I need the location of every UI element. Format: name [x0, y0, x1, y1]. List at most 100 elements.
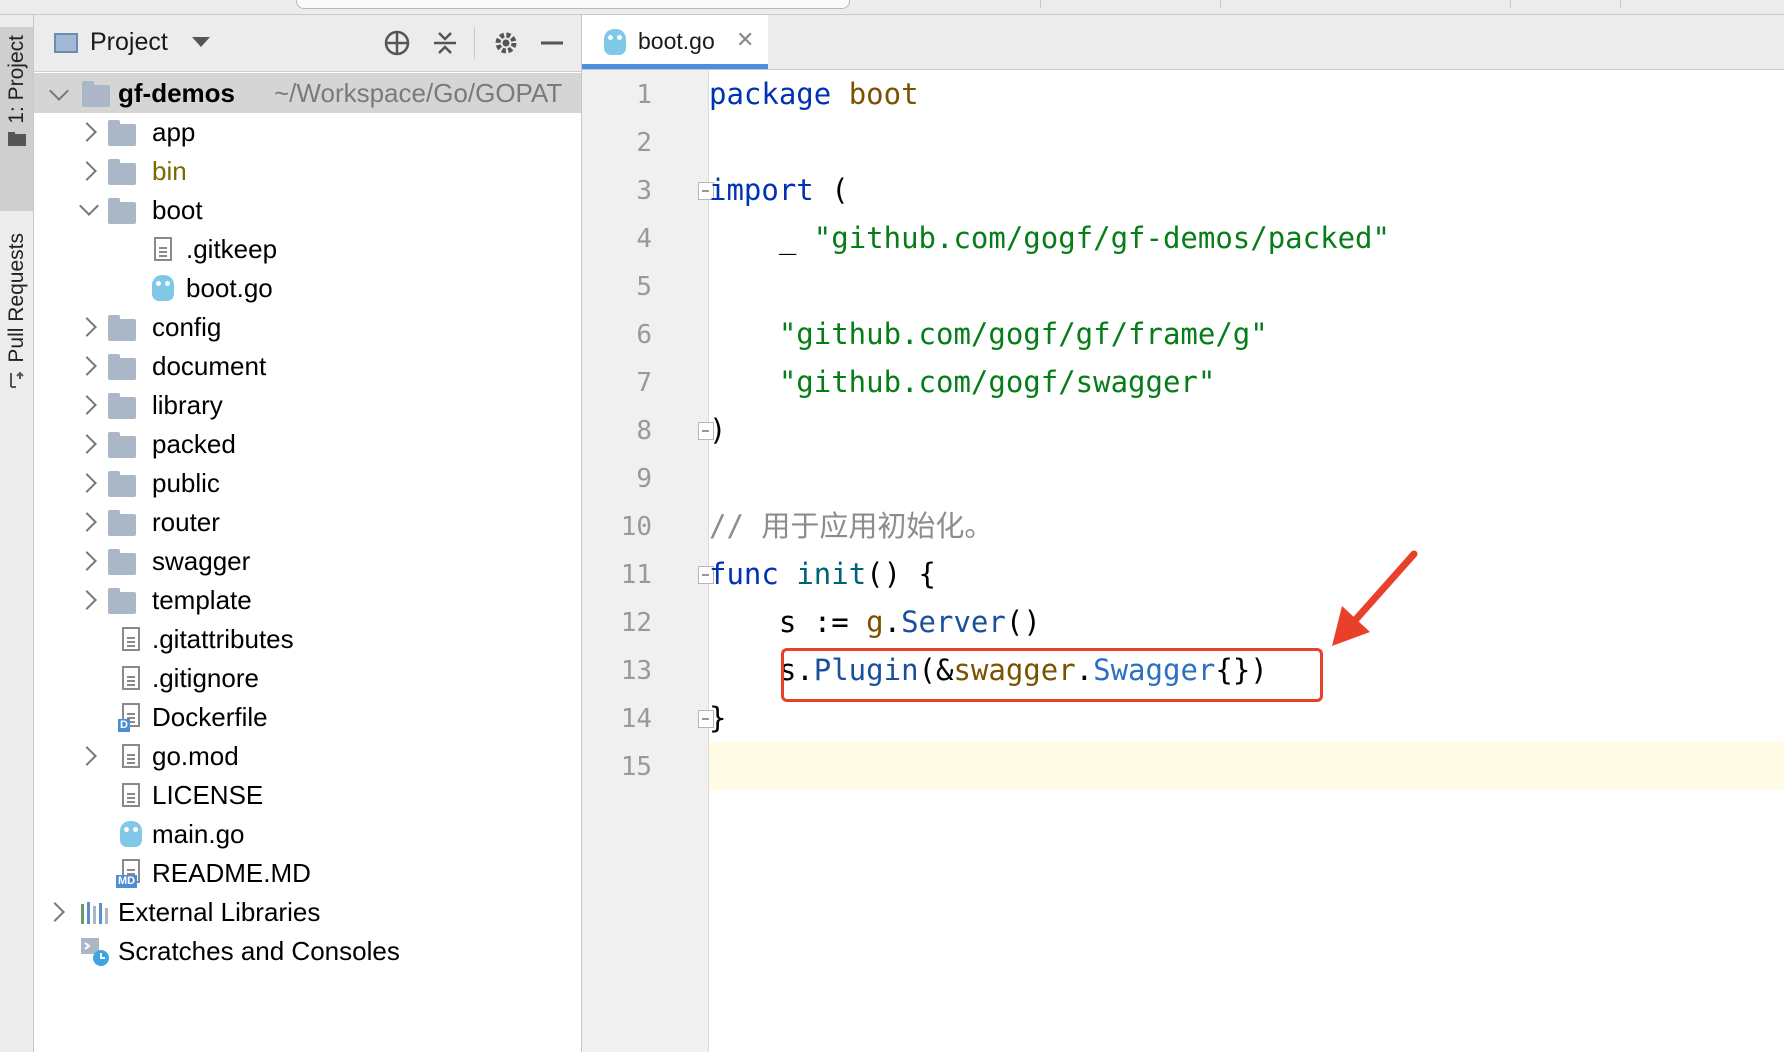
- tree-item-boot[interactable]: boot: [34, 190, 581, 230]
- tree-item-label: packed: [152, 428, 236, 459]
- libraries-icon: [81, 902, 108, 924]
- chevron-right-icon[interactable]: [77, 122, 97, 142]
- project-panel-title[interactable]: Project: [90, 28, 168, 57]
- tree-item-label: Scratches and Consoles: [118, 935, 400, 966]
- tree-item-dockerfile[interactable]: D Dockerfile: [34, 697, 581, 737]
- tree-item-template[interactable]: template: [34, 580, 581, 620]
- tree-item-scratches[interactable]: Scratches and Consoles: [34, 931, 581, 971]
- tree-item-main-go[interactable]: main.go: [34, 814, 581, 854]
- tree-item-config[interactable]: config: [34, 307, 581, 347]
- go-file-icon: [152, 275, 174, 301]
- line-number: 2: [636, 128, 652, 158]
- chevron-right-icon[interactable]: [77, 590, 97, 610]
- toolbar-search-box[interactable]: [296, 0, 850, 9]
- code-line-7: "github.com/gogf/swagger": [709, 358, 1784, 406]
- line-number: 1: [636, 80, 652, 110]
- tree-item-label: main.go: [152, 818, 245, 849]
- code-editor[interactable]: package boot import ( _ "github.com/gogf…: [709, 70, 1784, 1052]
- tree-item-gitignore[interactable]: .gitignore: [34, 658, 581, 698]
- tree-item-bin[interactable]: bin: [34, 151, 581, 191]
- chevron-down-icon[interactable]: [49, 81, 69, 101]
- chevron-right-icon[interactable]: [77, 512, 97, 532]
- tree-item-license[interactable]: LICENSE: [34, 775, 581, 815]
- tree-item-label: swagger: [152, 545, 251, 576]
- code-var: s :=: [778, 605, 867, 639]
- close-icon[interactable]: ✕: [736, 27, 754, 53]
- code-line-8: ): [709, 406, 1784, 454]
- tree-item-label: boot: [152, 194, 203, 225]
- tree-item-label: External Libraries: [118, 896, 321, 927]
- chevron-right-icon[interactable]: [77, 434, 97, 454]
- keyword: package: [709, 77, 832, 111]
- chevron-down-icon[interactable]: [192, 37, 210, 47]
- file-icon: [122, 627, 140, 651]
- line-number: 7: [636, 368, 652, 398]
- brace: }: [709, 701, 727, 735]
- tree-item-label: .gitkeep: [186, 233, 278, 264]
- tree-item-label: document: [152, 350, 267, 381]
- folder-icon: [108, 432, 136, 458]
- toolbar-divider: [1620, 0, 1621, 8]
- tree-item-swagger[interactable]: swagger: [34, 541, 581, 581]
- blank-identifier: _: [778, 221, 797, 255]
- chevron-right-icon[interactable]: [77, 395, 97, 415]
- chevron-right-icon[interactable]: [77, 746, 97, 766]
- minimize-icon[interactable]: [534, 25, 570, 61]
- tree-item-public[interactable]: public: [34, 463, 581, 503]
- tree-item-boot-go[interactable]: boot.go: [34, 268, 581, 308]
- markdown-badge: MD: [116, 875, 138, 888]
- code-line-11: func init() {: [709, 550, 1784, 598]
- code-line-1: package boot: [709, 70, 1784, 118]
- tree-item-gitkeep[interactable]: .gitkeep: [34, 229, 581, 269]
- chevron-right-icon[interactable]: [77, 473, 97, 493]
- go-file-icon: [604, 29, 626, 55]
- comment: // 用于应用初始化。: [709, 509, 994, 543]
- tree-item-packed[interactable]: packed: [34, 424, 581, 464]
- tree-item-go-mod[interactable]: go.mod: [34, 736, 581, 776]
- tree-item-label: public: [152, 467, 220, 498]
- code-line-6: "github.com/gogf/gf/frame/g": [709, 310, 1784, 358]
- folder-icon: [108, 120, 136, 146]
- chevron-right-icon[interactable]: [45, 902, 65, 922]
- root-path: ~/Workspace/Go/GOPAT: [274, 77, 563, 108]
- import-string: "github.com/gogf/gf-demos/packed": [813, 221, 1390, 255]
- line-number: 6: [636, 320, 652, 350]
- file-icon: [122, 744, 140, 768]
- tree-item-label: boot.go: [186, 272, 273, 303]
- code-punct: (): [1005, 605, 1041, 639]
- folder-icon: [108, 159, 136, 185]
- line-number: 4: [636, 224, 652, 254]
- window-top-strip: [0, 0, 1784, 15]
- editor-tab-label: boot.go: [638, 28, 715, 54]
- function-name: init: [796, 557, 867, 591]
- tree-item-document[interactable]: document: [34, 346, 581, 386]
- gear-icon[interactable]: [488, 25, 524, 61]
- project-panel-header: Project: [34, 15, 581, 72]
- tree-item-label: app: [152, 116, 196, 147]
- tree-item-label: config: [152, 311, 222, 342]
- tree-root-gf-demos[interactable]: gf-demos ~/Workspace/Go/GOPAT: [34, 73, 581, 113]
- scratches-icon: [81, 938, 109, 966]
- collapse-all-icon[interactable]: [427, 25, 463, 61]
- tool-tab-project[interactable]: 1: Project: [0, 27, 33, 211]
- chevron-right-icon[interactable]: [77, 551, 97, 571]
- tree-item-gitattributes[interactable]: .gitattributes: [34, 619, 581, 659]
- chevron-right-icon[interactable]: [77, 356, 97, 376]
- editor-gutter: 1 2 3 4 5 6 7 8 9 10 11 12 13 14 15: [582, 70, 714, 1052]
- chevron-down-icon[interactable]: [79, 196, 99, 216]
- tree-item-library[interactable]: library: [34, 385, 581, 425]
- folder-icon: [82, 81, 110, 107]
- package-name: boot: [848, 77, 919, 111]
- method-call: Server: [901, 605, 1006, 639]
- chevron-right-icon[interactable]: [77, 161, 97, 181]
- chevron-right-icon[interactable]: [77, 317, 97, 337]
- project-tool-window: Project gf-demos ~/Workspace/Go/GOPAT ap…: [34, 15, 582, 1052]
- locate-icon[interactable]: [379, 25, 415, 61]
- tree-item-readme[interactable]: MD README.MD: [34, 853, 581, 893]
- tool-tab-pull-requests[interactable]: Pull Requests: [0, 225, 33, 425]
- tree-item-external-libraries[interactable]: External Libraries: [34, 892, 581, 932]
- tree-item-router[interactable]: router: [34, 502, 581, 542]
- tree-item-app[interactable]: app: [34, 112, 581, 152]
- project-panel-icon: [54, 33, 78, 53]
- editor-tab-boot-go[interactable]: boot.go ✕: [582, 15, 768, 69]
